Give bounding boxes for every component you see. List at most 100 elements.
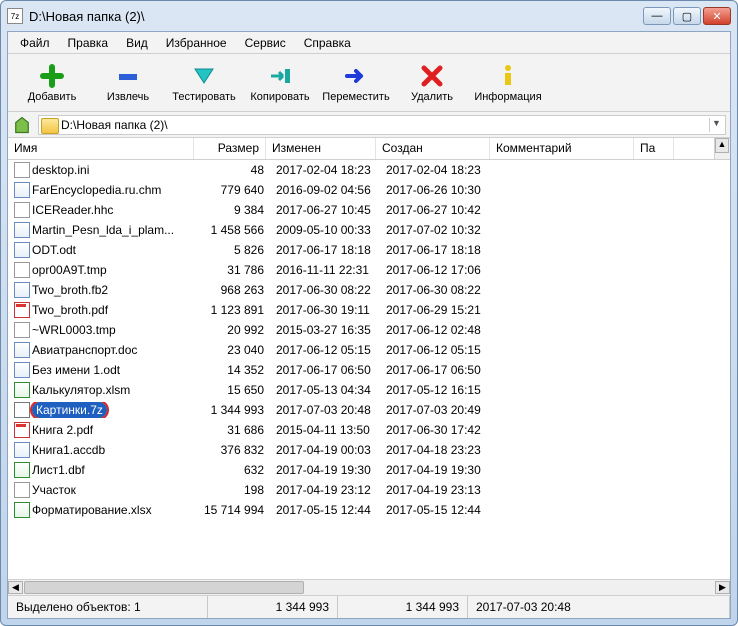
table-row[interactable]: Two_broth.fb2968 2632017-06-30 08:222017…: [8, 280, 730, 300]
file-icon: [14, 342, 30, 358]
status-selection: Выделено объектов: 1: [8, 596, 208, 618]
status-size2: 1 344 993: [338, 596, 468, 618]
header-pag[interactable]: Па: [634, 138, 674, 159]
menubar: ФайлПравкаВидИзбранноеСервисСправка: [8, 32, 730, 54]
file-size: 23 040: [198, 343, 270, 357]
file-icon: [14, 322, 30, 338]
pathbar: D:\Новая папка (2)\ ▼: [8, 112, 730, 138]
file-icon: [14, 222, 30, 238]
file-name: opr00A9T.tmp: [32, 263, 107, 277]
table-row[interactable]: ~WRL0003.tmp20 9922015-03-27 16:352017-0…: [8, 320, 730, 340]
toolbar-info-button[interactable]: Информация: [470, 57, 546, 109]
file-created: 2017-06-29 15:21: [380, 303, 494, 317]
file-modified: 2015-04-11 13:50: [270, 423, 380, 437]
file-size: 1 458 566: [198, 223, 270, 237]
header-size[interactable]: Размер: [194, 138, 266, 159]
file-icon: [14, 462, 30, 478]
table-row[interactable]: Участок1982017-04-19 23:122017-04-19 23:…: [8, 480, 730, 500]
file-modified: 2017-06-30 19:11: [270, 303, 380, 317]
table-row[interactable]: Авиатранспорт.doc23 0402017-06-12 05:152…: [8, 340, 730, 360]
header-created[interactable]: Создан: [376, 138, 490, 159]
file-modified: 2017-06-17 18:18: [270, 243, 380, 257]
file-size: 31 786: [198, 263, 270, 277]
toolbar-test-button[interactable]: Тестировать: [166, 57, 242, 109]
menu-3[interactable]: Избранное: [158, 34, 235, 52]
file-size: 376 832: [198, 443, 270, 457]
table-row[interactable]: Картинки.7z1 344 9932017-07-03 20:482017…: [8, 400, 730, 420]
table-row[interactable]: Без имени 1.odt14 3522017-06-17 06:50201…: [8, 360, 730, 380]
table-row[interactable]: opr00A9T.tmp31 7862016-11-11 22:312017-0…: [8, 260, 730, 280]
close-button[interactable]: ✕: [703, 7, 731, 25]
minimize-button[interactable]: —: [643, 7, 671, 25]
toolbar-delete-button[interactable]: Удалить: [394, 57, 470, 109]
menu-0[interactable]: Файл: [12, 34, 58, 52]
toolbar-copy-button[interactable]: Копировать: [242, 57, 318, 109]
maximize-button[interactable]: ▢: [673, 7, 701, 25]
header-comment[interactable]: Комментарий: [490, 138, 634, 159]
table-row[interactable]: Two_broth.pdf 1 123 8912017-06-30 19:1120…: [8, 300, 730, 320]
file-icon: [14, 262, 30, 278]
table-row[interactable]: Лист1.dbf6322017-04-19 19:302017-04-19 1…: [8, 460, 730, 480]
file-name: FarEncyclopedia.ru.chm: [32, 183, 161, 197]
file-created: 2017-06-26 10:30: [380, 183, 494, 197]
scroll-right-icon[interactable]: ▶: [715, 581, 730, 594]
file-modified: 2017-06-12 05:15: [270, 343, 380, 357]
menu-4[interactable]: Сервис: [237, 34, 294, 52]
horizontal-scrollbar[interactable]: ◀ ▶: [8, 579, 730, 595]
toolbar-move-button[interactable]: Переместить: [318, 57, 394, 109]
file-name: Картинки.7z: [32, 402, 107, 418]
file-name: Калькулятор.xlsm: [32, 383, 130, 397]
file-size: 31 686: [198, 423, 270, 437]
file-size: 9 384: [198, 203, 270, 217]
file-name: ~WRL0003.tmp: [32, 323, 116, 337]
file-icon: [14, 502, 30, 518]
header-name[interactable]: Имя: [8, 138, 194, 159]
up-button[interactable]: [12, 115, 32, 135]
status-date: 2017-07-03 20:48: [468, 596, 730, 618]
file-icon: [14, 442, 30, 458]
path-text: D:\Новая папка (2)\: [61, 118, 168, 132]
scroll-thumb[interactable]: [24, 581, 304, 594]
file-modified: 2017-06-17 06:50: [270, 363, 380, 377]
file-name: desktop.ini: [32, 163, 89, 177]
file-name: Книга1.accdb: [32, 443, 105, 457]
table-row[interactable]: desktop.ini482017-02-04 18:232017-02-04 …: [8, 160, 730, 180]
file-size: 1 123 891: [198, 303, 270, 317]
table-row[interactable]: Калькулятор.xlsm15 6502017-05-13 04:3420…: [8, 380, 730, 400]
file-icon: [14, 182, 30, 198]
file-modified: 2017-06-30 08:22: [270, 283, 380, 297]
toolbar-extract-button[interactable]: Извлечь: [90, 57, 166, 109]
table-row[interactable]: ODT.odt5 8262017-06-17 18:182017-06-17 1…: [8, 240, 730, 260]
file-size: 5 826: [198, 243, 270, 257]
window-title: D:\Новая папка (2)\: [29, 9, 643, 24]
table-row[interactable]: FarEncyclopedia.ru.chm779 6402016-09-02 …: [8, 180, 730, 200]
toolbar: ДобавитьИзвлечьТестироватьКопироватьПере…: [8, 54, 730, 112]
table-row[interactable]: Книга 2.pdf31 6862015-04-11 13:502017-06…: [8, 420, 730, 440]
file-created: 2017-05-15 12:44: [380, 503, 494, 517]
table-row[interactable]: Martin_Pesn_lda_i_plam...1 458 5662009-0…: [8, 220, 730, 240]
toolbar-add-button[interactable]: Добавить: [14, 57, 90, 109]
header-modified[interactable]: Изменен: [266, 138, 376, 159]
table-row[interactable]: Форматирование.xlsx15 714 9942017-05-15 …: [8, 500, 730, 520]
table-row[interactable]: ICEReader.hhc9 3842017-06-27 10:452017-0…: [8, 200, 730, 220]
file-modified: 2017-02-04 18:23: [270, 163, 380, 177]
menu-2[interactable]: Вид: [118, 34, 156, 52]
file-created: 2017-06-30 08:22: [380, 283, 494, 297]
file-icon: [14, 402, 30, 418]
test-icon: [191, 63, 217, 89]
file-size: 15 650: [198, 383, 270, 397]
file-size: 968 263: [198, 283, 270, 297]
file-modified: 2016-09-02 04:56: [270, 183, 380, 197]
file-name: Two_broth.pdf: [32, 303, 108, 317]
scroll-up-icon[interactable]: ▲: [715, 138, 729, 153]
scroll-left-icon[interactable]: ◀: [8, 581, 23, 594]
path-dropdown[interactable]: ▼: [709, 118, 723, 132]
path-input[interactable]: D:\Новая папка (2)\ ▼: [38, 115, 726, 135]
table-row[interactable]: Книга1.accdb376 8322017-04-19 00:032017-…: [8, 440, 730, 460]
file-size: 48: [198, 163, 270, 177]
menu-5[interactable]: Справка: [296, 34, 359, 52]
vertical-scrollbar[interactable]: ▲: [714, 138, 730, 159]
menu-1[interactable]: Правка: [60, 34, 117, 52]
file-name: Two_broth.fb2: [32, 283, 108, 297]
file-created: 2017-07-03 20:49: [380, 403, 494, 417]
